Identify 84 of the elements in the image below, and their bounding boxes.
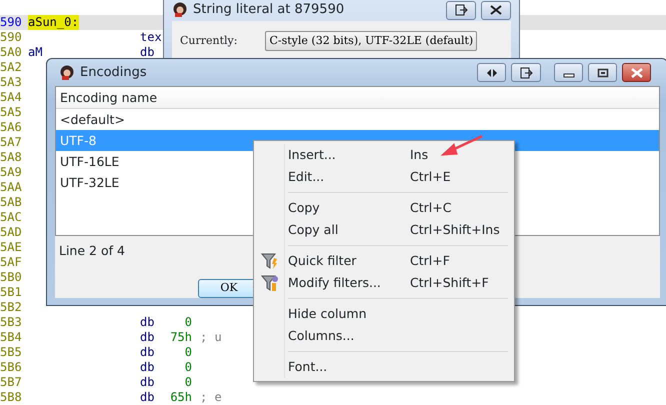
mnemonic: db <box>140 45 154 59</box>
line-address: 590 <box>0 15 23 30</box>
line-address: 5AE <box>0 240 23 255</box>
line-address: 5AA <box>0 180 23 195</box>
shortcut-text: Ctrl+Shift+F <box>410 274 489 292</box>
line-address: 5B0 <box>0 270 23 285</box>
line-address: 5B8 <box>0 390 23 405</box>
line-address: 5B5 <box>0 345 23 360</box>
string-type-button[interactable]: C-style (32 bits), UTF-32LE (default) <box>265 30 478 52</box>
shortcut-text: Ins <box>410 146 428 164</box>
field-label: Currently: <box>180 32 238 49</box>
shortcut-text: Ctrl+C <box>410 198 452 217</box>
menu-item[interactable]: Insert... Ins <box>256 144 512 166</box>
close-button[interactable] <box>622 63 651 82</box>
menu-item[interactable]: Copy all Ctrl+Shift+Ins <box>256 219 512 241</box>
mnemonic: tex <box>140 30 162 44</box>
window-title: Encodings <box>80 64 148 82</box>
operand: 0 <box>184 345 192 359</box>
line-address: 5AF <box>0 255 23 270</box>
line-address: 5B3 <box>0 315 23 330</box>
mnemonic: db <box>140 315 154 329</box>
comment: ; e <box>200 390 222 405</box>
operand: 65h <box>170 390 192 404</box>
code-label: aM <box>28 45 42 60</box>
menu-item[interactable]: Edit... Ctrl+E <box>256 166 512 188</box>
arrows-icon <box>484 68 498 78</box>
maximize-button[interactable] <box>588 63 617 82</box>
dock-button[interactable] <box>511 63 541 82</box>
operand: 0 <box>184 360 192 374</box>
shortcut-text: Ctrl+F <box>410 252 450 270</box>
line-address: 5AB <box>0 195 23 210</box>
line-address: 5B2 <box>0 300 23 315</box>
line-address: 5B1 <box>0 285 23 300</box>
line-address: 5A0 <box>0 45 23 60</box>
line-address: 5A7 <box>0 135 23 150</box>
operand: 0 <box>184 375 192 389</box>
arrow-annotation <box>440 134 484 158</box>
window-title: String literal at 879590 <box>193 1 346 20</box>
operand: 0 <box>184 315 192 329</box>
code-label: aSun_0: <box>28 15 79 30</box>
mnemonic: db <box>140 360 154 374</box>
filter-icon <box>261 274 279 292</box>
filter-icon <box>261 252 279 270</box>
line-address: 5A6 <box>0 120 23 135</box>
comment: ; u <box>200 330 222 345</box>
close-icon <box>489 5 503 15</box>
mnemonic: db <box>140 375 154 389</box>
dock-icon <box>454 4 468 16</box>
line-address: 5B7 <box>0 375 23 390</box>
list-item[interactable]: UTF-16LE <box>60 154 120 170</box>
menu-item[interactable]: Font... <box>256 356 512 378</box>
dock-button[interactable] <box>446 0 476 20</box>
line-address: 5A9 <box>0 165 23 180</box>
line-address: 5A3 <box>0 75 23 90</box>
shortcut-text: Ctrl+E <box>410 168 451 186</box>
shortcut-text: Ctrl+Shift+Ins <box>410 220 500 239</box>
line-address: 5A8 <box>0 150 23 165</box>
menu-item[interactable]: Columns... <box>256 325 512 347</box>
line-address: 5AD <box>0 225 23 240</box>
line-address: 5A2 <box>0 60 23 75</box>
maximize-icon <box>596 68 608 78</box>
mnemonic: db <box>140 345 154 359</box>
line-address: 590 <box>0 30 23 45</box>
operand: 75h <box>170 330 192 344</box>
line-address: 5A4 <box>0 90 23 105</box>
list-item[interactable]: <default> <box>60 112 125 128</box>
line-address: 5A5 <box>0 105 23 120</box>
list-item[interactable]: UTF-32LE <box>60 175 120 190</box>
line-address: 5B4 <box>0 330 23 345</box>
line-address: 5AC <box>0 210 23 225</box>
menu-item[interactable]: Copy Ctrl+C <box>256 197 512 219</box>
dock-icon <box>519 66 533 79</box>
status-text: Line 2 of 4 <box>59 243 125 258</box>
close-icon <box>630 68 644 78</box>
menu-item[interactable]: Hide column <box>256 303 512 325</box>
float-button[interactable] <box>477 63 506 82</box>
mnemonic: db <box>140 390 154 404</box>
mnemonic: db <box>140 330 154 344</box>
menu-item[interactable]: Quick filter Ctrl+F <box>256 250 512 272</box>
minimize-button[interactable] <box>554 63 583 82</box>
line-address: 5B6 <box>0 360 23 375</box>
app-icon <box>59 64 75 81</box>
close-button[interactable] <box>481 0 511 20</box>
app-icon <box>172 2 188 18</box>
